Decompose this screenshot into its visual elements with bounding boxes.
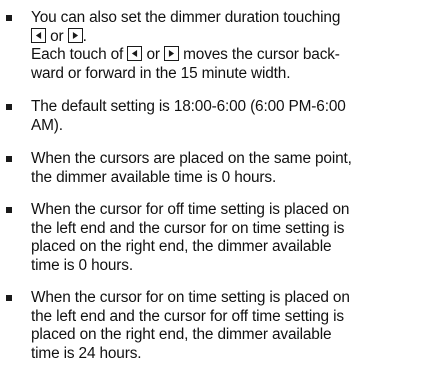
list-item-text: You can also set the dimmer duration tou… [31, 9, 341, 26]
list-item-text: or [50, 27, 64, 45]
text-line: When the cursor for off time setting is … [31, 201, 350, 218]
text-line: placed on the right end, the dimmer avai… [31, 238, 332, 256]
text-line: time is 0 hours. [31, 256, 133, 274]
bullet-marker [6, 15, 12, 21]
text-line: time is 24 hours. [31, 344, 142, 362]
text-line: AM). [31, 116, 63, 134]
text-line: the left end and the cursor for on time … [31, 219, 345, 237]
list-item-text: When the cursor for on time setting is p… [31, 289, 442, 363]
list-item-text: When the cursors are placed on the same … [31, 150, 442, 187]
list-item-text: The default setting is 18:00-6:00 (6:00 … [31, 98, 442, 135]
text-line: When the cursors are placed on the same … [31, 150, 352, 167]
left-arrow-key-icon [31, 27, 46, 43]
list-item-text: or [146, 46, 160, 64]
bullet-marker [6, 156, 12, 162]
list-item-text: When the cursor for off time setting is … [31, 201, 442, 275]
text-line: When the cursor for on time setting is p… [31, 289, 350, 306]
list-item-text: ward or forward in the 15 minute width. [31, 64, 291, 82]
right-arrow-key-icon [67, 27, 83, 43]
text-line: placed on the right end, the dimmer avai… [31, 326, 332, 344]
bullet-marker [6, 104, 12, 110]
right-arrow-key-icon [163, 46, 179, 62]
list-item-text: Each touch of [31, 46, 124, 64]
text-line: the left end and the cursor for off time… [31, 307, 344, 325]
left-arrow-key-icon [127, 46, 143, 62]
list-item-text: . [82, 27, 87, 45]
text-line: the dimmer available time is 0 hours. [31, 168, 277, 186]
list-item-text: moves the cursor back- [183, 46, 340, 64]
text-line: The default setting is 18:00-6:00 (6:00 … [31, 98, 346, 115]
bullet-marker [6, 207, 12, 213]
list-item-text: You can also set the dimmer duration tou… [31, 9, 442, 83]
bullet-marker [6, 295, 12, 301]
